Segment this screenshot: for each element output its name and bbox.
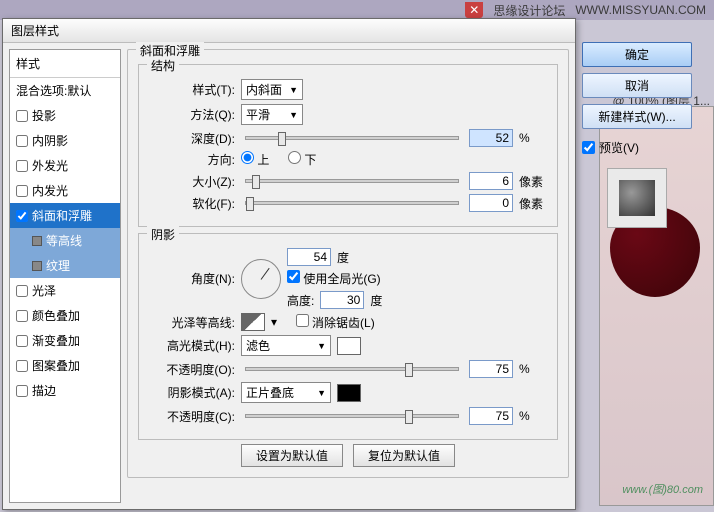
gradient-overlay-item[interactable]: 渐变叠加	[10, 328, 120, 353]
gloss-contour-picker[interactable]	[241, 313, 265, 331]
technique-select[interactable]: 平滑▼	[241, 104, 303, 125]
outer-glow-checkbox[interactable]	[16, 160, 28, 172]
satin-item[interactable]: 光泽	[10, 278, 120, 303]
style-select[interactable]: 内斜面▼	[241, 79, 303, 100]
shading-label: 阴影	[147, 226, 179, 243]
dropdown-arrow-icon: ▼	[317, 388, 326, 398]
soften-slider[interactable]	[245, 201, 459, 205]
gloss-contour-label: 光泽等高线:	[147, 314, 235, 331]
window-close-button[interactable]: ✕	[465, 2, 483, 18]
dropdown-arrow-icon: ▼	[289, 85, 298, 95]
texture-swatch-icon	[32, 261, 42, 271]
dropdown-arrow-icon[interactable]: ▾	[271, 315, 277, 329]
preview-thumbnail	[607, 168, 667, 228]
inner-shadow-item[interactable]: 内阴影	[10, 128, 120, 153]
inner-shadow-checkbox[interactable]	[16, 135, 28, 147]
soften-label: 软化(F):	[147, 195, 235, 212]
shadow-opacity-slider[interactable]	[245, 414, 459, 418]
watermark-text: www.(图)80.com	[622, 481, 703, 497]
gradient-overlay-checkbox[interactable]	[16, 335, 28, 347]
angle-label: 角度(N):	[147, 270, 235, 287]
angle-input[interactable]: 54	[287, 248, 331, 266]
highlight-opacity-input[interactable]: 75	[469, 360, 513, 378]
antialias-checkbox[interactable]: 消除锯齿(L)	[296, 314, 375, 331]
direction-label: 方向:	[147, 151, 235, 168]
highlight-opacity-slider[interactable]	[245, 367, 459, 371]
forum-url: WWW.MISSYUAN.COM	[575, 3, 706, 17]
ok-button[interactable]: 确定	[582, 42, 692, 67]
highlight-color-swatch[interactable]	[337, 337, 361, 355]
new-style-button[interactable]: 新建样式(W)...	[582, 104, 692, 129]
shading-group: 阴影 角度(N):54度 使用全局光(G)高度:30度 光泽等高线:▾ 消除锯齿…	[138, 233, 558, 440]
altitude-label: 高度:	[287, 292, 314, 309]
stroke-item[interactable]: 描边	[10, 378, 120, 403]
direction-down-radio[interactable]: 下	[288, 151, 316, 168]
highlight-mode-select[interactable]: 滤色▼	[241, 335, 331, 356]
structure-label: 结构	[147, 57, 179, 74]
outer-glow-item[interactable]: 外发光	[10, 153, 120, 178]
depth-label: 深度(D):	[147, 130, 235, 147]
highlight-mode-label: 高光模式(H):	[147, 337, 235, 354]
shadow-color-swatch[interactable]	[337, 384, 361, 402]
dropdown-arrow-icon: ▼	[289, 110, 298, 120]
reset-default-button[interactable]: 复位为默认值	[353, 444, 455, 467]
depth-input[interactable]: 52	[469, 129, 513, 147]
dialog-right-panel: 确定 取消 新建样式(W)... 预览(V)	[582, 42, 692, 234]
inner-glow-checkbox[interactable]	[16, 185, 28, 197]
bevel-group: 斜面和浮雕 结构 样式(T):内斜面▼ 方法(Q):平滑▼ 深度(D):52% …	[127, 49, 569, 478]
dialog-title: 图层样式	[3, 19, 575, 43]
direction-up-radio[interactable]: 上	[241, 151, 269, 168]
bevel-checkbox[interactable]	[16, 210, 28, 222]
color-overlay-item[interactable]: 颜色叠加	[10, 303, 120, 328]
drop-shadow-checkbox[interactable]	[16, 110, 28, 122]
technique-label: 方法(Q):	[147, 106, 235, 123]
pattern-overlay-item[interactable]: 图案叠加	[10, 353, 120, 378]
styles-header[interactable]: 样式	[10, 50, 120, 78]
shadow-mode-label: 阴影模式(A):	[147, 384, 235, 401]
layer-style-dialog: 图层样式 样式 混合选项:默认 投影 内阴影 外发光 内发光 斜面和浮雕 等高线…	[2, 18, 576, 510]
bevel-emboss-item[interactable]: 斜面和浮雕	[10, 203, 120, 228]
structure-group: 结构 样式(T):内斜面▼ 方法(Q):平滑▼ 深度(D):52% 方向: 上 …	[138, 64, 558, 227]
drop-shadow-item[interactable]: 投影	[10, 103, 120, 128]
pattern-overlay-checkbox[interactable]	[16, 360, 28, 372]
stroke-checkbox[interactable]	[16, 385, 28, 397]
color-overlay-checkbox[interactable]	[16, 310, 28, 322]
shadow-opacity-input[interactable]: 75	[469, 407, 513, 425]
shadow-opacity-label: 不透明度(C):	[147, 408, 235, 425]
style-label: 样式(T):	[147, 81, 235, 98]
texture-item[interactable]: 纹理	[10, 253, 120, 278]
make-default-button[interactable]: 设置为默认值	[241, 444, 343, 467]
satin-checkbox[interactable]	[16, 285, 28, 297]
forum-name: 思缘设计论坛	[493, 2, 565, 19]
dropdown-arrow-icon: ▼	[317, 341, 326, 351]
altitude-input[interactable]: 30	[320, 291, 364, 309]
depth-slider[interactable]	[245, 136, 459, 140]
size-input[interactable]: 6	[469, 172, 513, 190]
size-label: 大小(Z):	[147, 173, 235, 190]
preview-checkbox[interactable]: 预览(V)	[582, 139, 692, 156]
contour-swatch-icon	[32, 236, 42, 246]
soften-input[interactable]: 0	[469, 194, 513, 212]
shadow-mode-select[interactable]: 正片叠底▼	[241, 382, 331, 403]
blend-options-item[interactable]: 混合选项:默认	[10, 78, 120, 103]
angle-dial[interactable]	[241, 259, 281, 299]
size-slider[interactable]	[245, 179, 459, 183]
inner-glow-item[interactable]: 内发光	[10, 178, 120, 203]
style-list-panel: 样式 混合选项:默认 投影 内阴影 外发光 内发光 斜面和浮雕 等高线 纹理 光…	[9, 49, 121, 503]
cancel-button[interactable]: 取消	[582, 73, 692, 98]
highlight-opacity-label: 不透明度(O):	[147, 361, 235, 378]
contour-item[interactable]: 等高线	[10, 228, 120, 253]
global-light-checkbox[interactable]: 使用全局光(G)	[287, 270, 382, 287]
